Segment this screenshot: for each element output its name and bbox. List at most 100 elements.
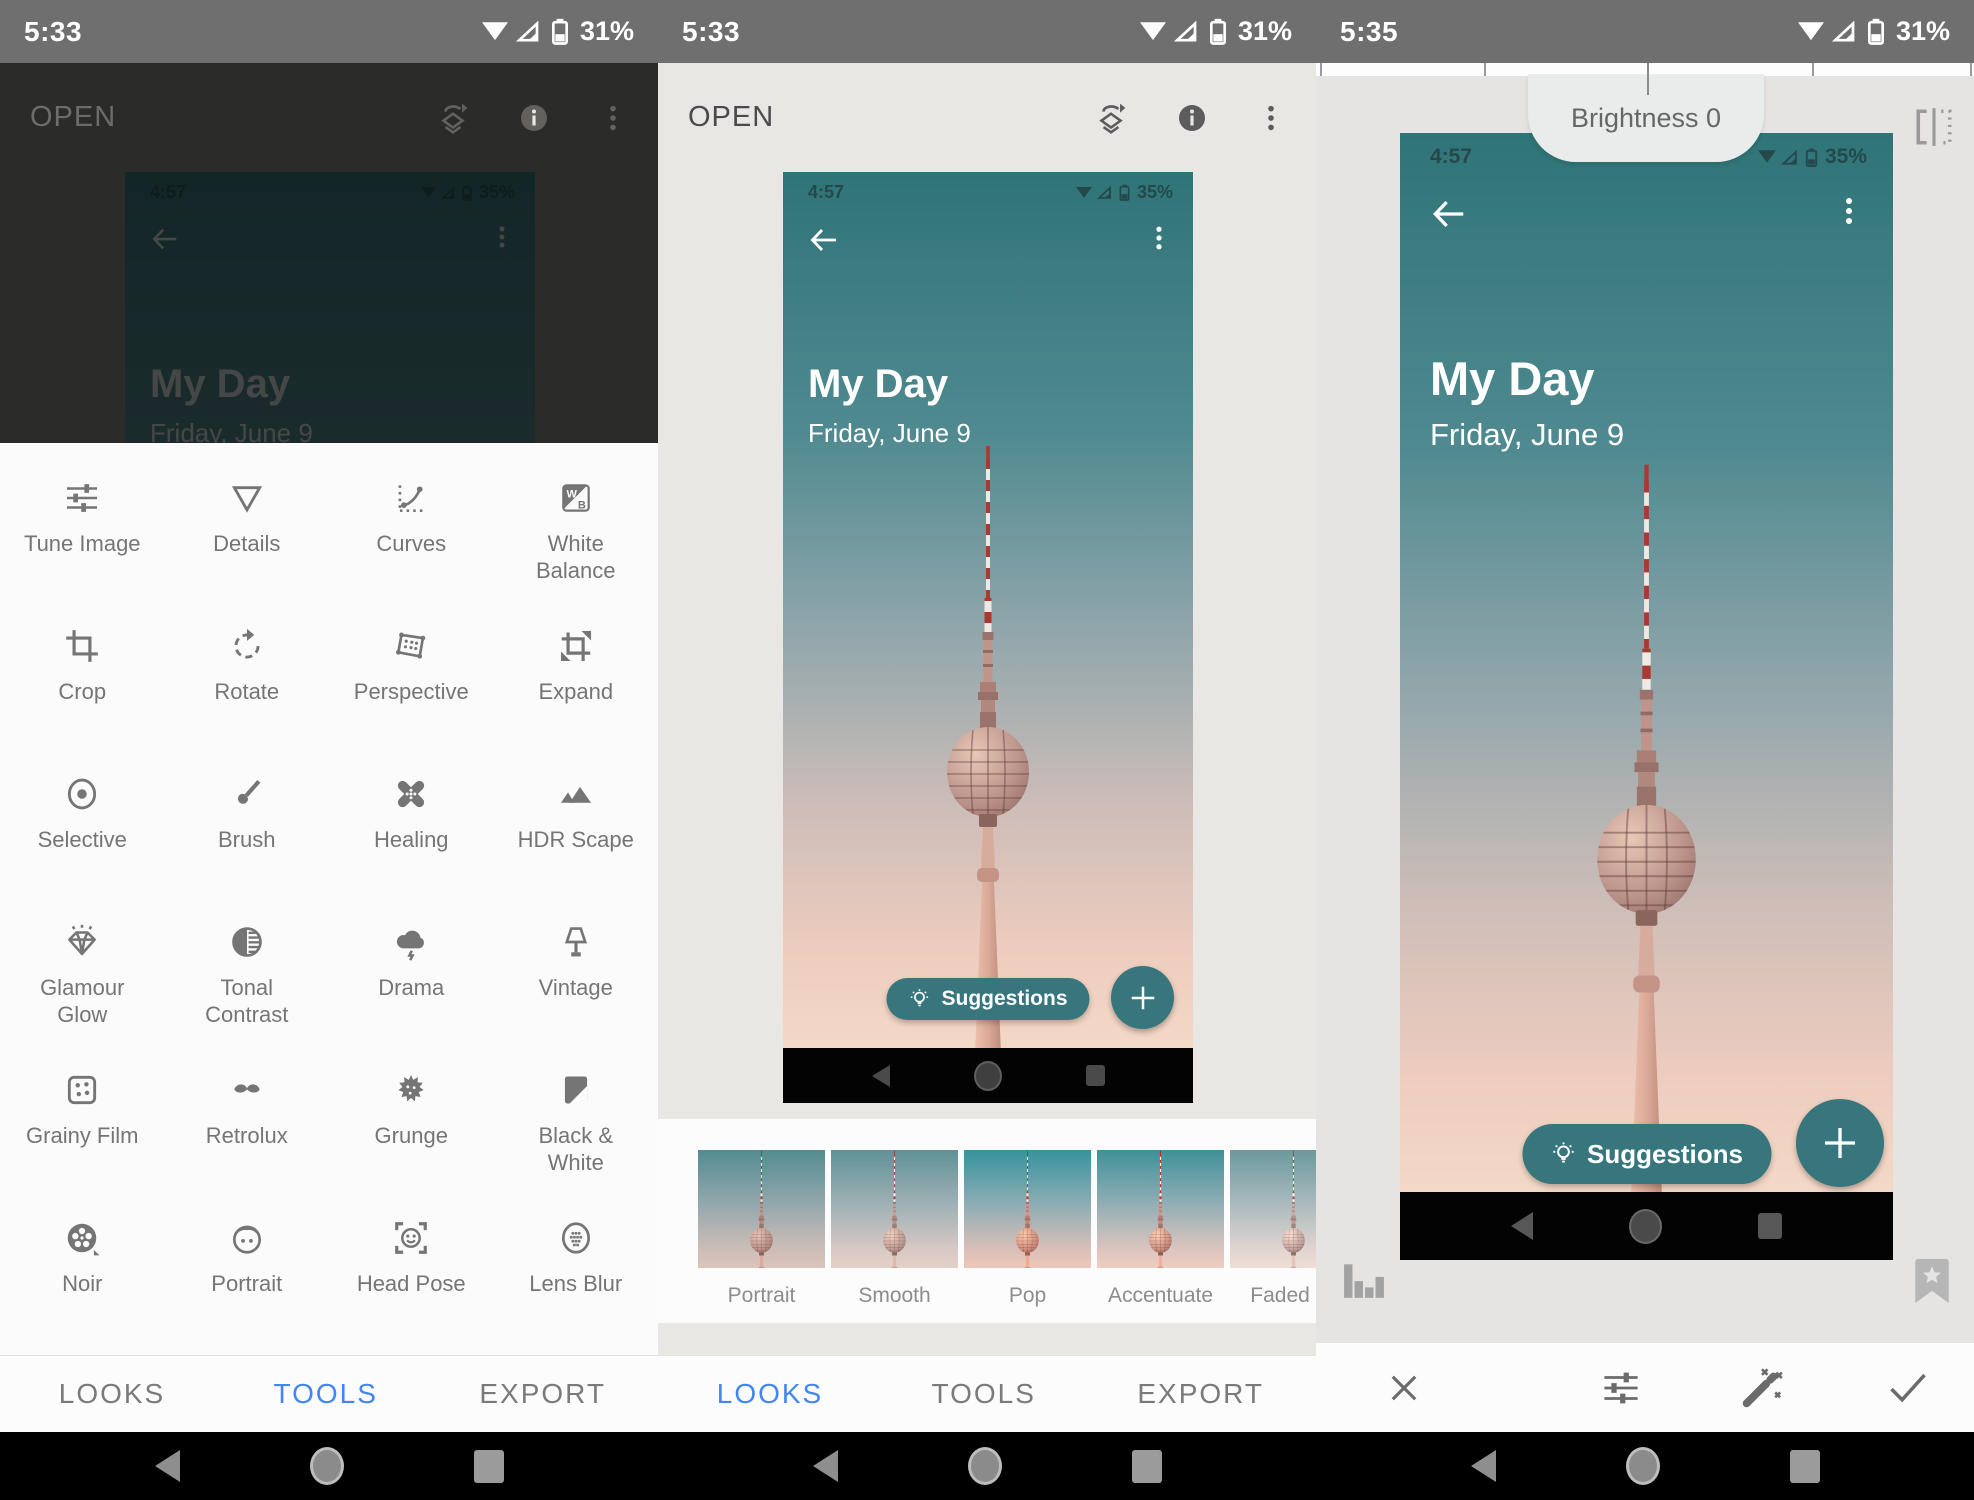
tool-vintage[interactable]: Vintage bbox=[494, 903, 659, 1051]
lensblur-icon bbox=[557, 1219, 595, 1257]
photo-title: My Day bbox=[1430, 351, 1595, 406]
photo-back-arrow-icon bbox=[808, 224, 840, 256]
tool-portrait[interactable]: Portrait bbox=[165, 1199, 330, 1347]
nav-back-button[interactable] bbox=[813, 1450, 838, 1482]
tool-tune-image[interactable]: Tune Image bbox=[0, 459, 165, 607]
nav-recents-button[interactable] bbox=[474, 1450, 504, 1483]
app-toolbar: OPEN bbox=[658, 63, 1316, 172]
tools-sheet: Tune Image Details Curves White Balance … bbox=[0, 443, 658, 1355]
filter-smooth[interactable]: Smooth bbox=[831, 1150, 958, 1308]
nav-back-button[interactable] bbox=[1471, 1450, 1496, 1482]
magic-wand-icon[interactable] bbox=[1740, 1366, 1784, 1410]
status-bar: 5:33 31% bbox=[0, 0, 658, 63]
brush-icon bbox=[228, 775, 266, 813]
view-edits-icon[interactable] bbox=[436, 101, 470, 135]
tab-looks[interactable]: LOOKS bbox=[710, 1378, 830, 1410]
tool-retrolux[interactable]: Retrolux bbox=[165, 1051, 330, 1199]
tab-looks[interactable]: LOOKS bbox=[52, 1378, 172, 1410]
tower-photo bbox=[783, 172, 1193, 1103]
status-icons: 31% bbox=[1798, 16, 1950, 47]
tool-grunge[interactable]: Grunge bbox=[329, 1051, 494, 1199]
tool-lens-blur[interactable]: Lens Blur bbox=[494, 1199, 659, 1347]
signal-icon bbox=[1832, 21, 1856, 42]
cancel-icon[interactable] bbox=[1386, 1370, 1422, 1406]
photo-status-icons: 35% bbox=[1758, 145, 1867, 169]
filter-accentuate[interactable]: Accentuate bbox=[1097, 1150, 1224, 1308]
lightbulb-icon bbox=[1550, 1141, 1576, 1167]
tool-glamour-glow[interactable]: Glamour Glow bbox=[0, 903, 165, 1051]
battery-icon bbox=[1117, 184, 1132, 201]
tool-black-white[interactable]: Black & White bbox=[494, 1051, 659, 1199]
portrait-icon bbox=[228, 1219, 266, 1257]
nav-home-button[interactable] bbox=[1626, 1447, 1660, 1485]
tool-selective[interactable]: Selective bbox=[0, 755, 165, 903]
tab-tools[interactable]: TOOLS bbox=[266, 1378, 386, 1410]
nav-back-button[interactable] bbox=[155, 1450, 180, 1482]
tool-tonal-contrast[interactable]: Tonal Contrast bbox=[165, 903, 330, 1051]
hdrscape-icon bbox=[557, 775, 595, 813]
battery-icon bbox=[1206, 18, 1230, 45]
glamour-icon bbox=[63, 923, 101, 961]
status-bar: 5:35 31% bbox=[1316, 0, 1974, 63]
photo-more-icon bbox=[1145, 224, 1173, 252]
tool-hdr-scape[interactable]: HDR Scape bbox=[494, 755, 659, 903]
tool-brush[interactable]: Brush bbox=[165, 755, 330, 903]
more-menu-icon[interactable] bbox=[598, 103, 628, 133]
signal-icon bbox=[516, 21, 540, 42]
adjust-sliders-icon[interactable] bbox=[1600, 1367, 1642, 1409]
tool-noir[interactable]: Noir bbox=[0, 1199, 165, 1347]
tool-white-balance[interactable]: White Balance bbox=[494, 459, 659, 607]
tool-head-pose[interactable]: Head Pose bbox=[329, 1199, 494, 1347]
adjustment-value-bubble: Brightness 0 bbox=[1528, 74, 1764, 162]
photo-battery-percent: 35% bbox=[1137, 182, 1173, 203]
nav-home-button[interactable] bbox=[968, 1447, 1002, 1485]
perspective-icon bbox=[392, 627, 430, 665]
healing-icon bbox=[392, 775, 430, 813]
edited-photo: 4:57 35% My Day Friday, June 9 Suggestio… bbox=[1400, 133, 1893, 1260]
view-edits-icon[interactable] bbox=[1094, 101, 1128, 135]
bottom-tab-bar: LOOKS TOOLS EXPORT bbox=[0, 1355, 658, 1432]
tool-drama[interactable]: Drama bbox=[329, 903, 494, 1051]
nav-recents-button[interactable] bbox=[1790, 1450, 1820, 1483]
more-menu-icon[interactable] bbox=[1256, 103, 1286, 133]
ruler-tick bbox=[1970, 63, 1972, 76]
filter-pop[interactable]: Pop bbox=[964, 1150, 1091, 1308]
tab-tools[interactable]: TOOLS bbox=[924, 1378, 1044, 1410]
apply-check-icon[interactable] bbox=[1888, 1371, 1928, 1405]
photo-status-icons: 35% bbox=[1076, 182, 1173, 203]
status-icons: 31% bbox=[482, 16, 634, 47]
filter-faded-gl[interactable]: Faded Gl bbox=[1230, 1150, 1316, 1308]
tool-healing[interactable]: Healing bbox=[329, 755, 494, 903]
dim-overlay bbox=[125, 172, 535, 443]
nav-recents-button[interactable] bbox=[1132, 1450, 1162, 1483]
tool-perspective[interactable]: Perspective bbox=[329, 607, 494, 755]
ruler-tick bbox=[1484, 63, 1486, 76]
open-button[interactable]: OPEN bbox=[688, 101, 774, 134]
compare-before-after-icon[interactable] bbox=[1913, 108, 1955, 146]
looks-filter-strip: Portrait Smooth Pop bbox=[658, 1119, 1316, 1323]
tool-expand[interactable]: Expand bbox=[494, 607, 659, 755]
info-icon[interactable] bbox=[518, 102, 550, 134]
photo-status-time: 4:57 bbox=[1430, 145, 1472, 169]
tab-export[interactable]: EXPORT bbox=[1137, 1378, 1264, 1410]
photo-status-time: 4:57 bbox=[808, 182, 844, 203]
battery-percent: 31% bbox=[1896, 16, 1950, 47]
nav-home-button[interactable] bbox=[310, 1447, 344, 1485]
expand-icon bbox=[557, 627, 595, 665]
info-icon[interactable] bbox=[1176, 102, 1208, 134]
tool-curves[interactable]: Curves bbox=[329, 459, 494, 607]
tool-rotate[interactable]: Rotate bbox=[165, 607, 330, 755]
open-button[interactable]: OPEN bbox=[30, 101, 116, 134]
signal-icon bbox=[1097, 186, 1112, 199]
panel-brightness-screen: 5:35 31% Brightness 0 4:57 35% bbox=[1316, 0, 1974, 1500]
tool-crop[interactable]: Crop bbox=[0, 607, 165, 755]
add-fab bbox=[1111, 966, 1174, 1029]
filter-portrait[interactable]: Portrait bbox=[698, 1150, 825, 1308]
photo-nav-bar bbox=[1400, 1192, 1893, 1260]
tool-grainy-film[interactable]: Grainy Film bbox=[0, 1051, 165, 1199]
ruler-center-indicator bbox=[1647, 63, 1649, 95]
nav-recents-icon bbox=[1758, 1213, 1782, 1239]
photo-subtitle: Friday, June 9 bbox=[1430, 417, 1624, 453]
tab-export[interactable]: EXPORT bbox=[479, 1378, 606, 1410]
tool-details[interactable]: Details bbox=[165, 459, 330, 607]
